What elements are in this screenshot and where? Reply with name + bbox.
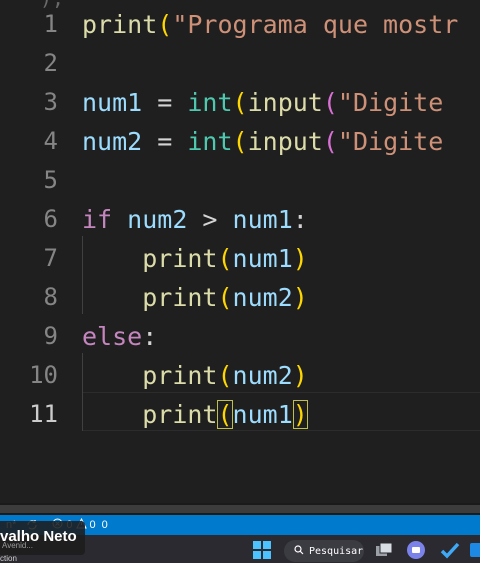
code-token: "Digite	[337, 127, 444, 156]
code-token: num2	[232, 283, 293, 312]
horizontal-scrollbar[interactable]	[0, 503, 480, 515]
line-number: 7	[43, 244, 58, 272]
code-token: num1	[217, 205, 293, 234]
code-editor[interactable]: ), 1print("Programa que mostr23num1 = in…	[0, 0, 480, 503]
code-token: (	[217, 400, 233, 429]
code-text[interactable]: num2 = int(input("Digite	[82, 122, 443, 161]
code-token: (	[217, 283, 233, 312]
code-token: num2	[82, 127, 143, 156]
line-number: 4	[43, 127, 58, 155]
code-token: )	[292, 283, 308, 312]
code-token: =	[142, 127, 188, 156]
info-count: 0	[101, 519, 108, 531]
code-line[interactable]: 2	[0, 44, 480, 83]
code-token: (	[232, 88, 248, 117]
code-text[interactable]: print(num2)	[82, 356, 308, 395]
code-token: "Digite	[337, 88, 444, 117]
code-line[interactable]: 7 print(num1)	[0, 239, 480, 278]
code-line[interactable]: 5	[0, 161, 480, 200]
taskbar-search[interactable]: Pesquisar	[284, 540, 364, 562]
code-token: print	[142, 361, 218, 390]
code-token: input	[247, 88, 323, 117]
code-text[interactable]: print(num1)	[82, 395, 308, 434]
code-text[interactable]: num1 = int(input("Digite	[82, 83, 443, 122]
code-token: "Programa que mostr	[172, 10, 459, 39]
code-line[interactable]: 9 else:	[0, 317, 480, 356]
scrollbar-thumb[interactable]	[0, 505, 480, 513]
code-token: int	[187, 127, 233, 156]
overlay-subtitle: Avenid...	[2, 541, 33, 550]
code-text[interactable]: print("Programa que mostr	[82, 5, 458, 44]
overlay-caption: ction	[0, 554, 17, 563]
task-view-icon[interactable]	[373, 539, 395, 561]
code-line[interactable]: 10 print(num2)	[0, 356, 480, 395]
code-token: if	[82, 205, 113, 234]
teams-chat-icon[interactable]	[405, 539, 427, 561]
code-line[interactable]: 6 if num2 > num1:	[0, 200, 480, 239]
search-label: Pesquisar	[309, 545, 364, 557]
code-token: print	[142, 400, 218, 429]
line-number: 1	[43, 10, 58, 38]
line-number: 10	[29, 361, 58, 389]
code-token: (	[232, 127, 248, 156]
code-token: :	[142, 322, 158, 351]
code-token: )	[292, 361, 308, 390]
code-token: =	[142, 88, 188, 117]
line-number: 2	[43, 49, 58, 77]
info-status[interactable]: 0	[102, 519, 108, 531]
code-token: :	[292, 205, 308, 234]
code-token: print	[82, 10, 158, 39]
app-icon[interactable]	[466, 539, 480, 561]
code-text[interactable]: if num2 > num1:	[82, 200, 308, 239]
code-token: (	[217, 244, 233, 273]
line-number: 9	[43, 322, 58, 350]
code-text[interactable]: print(num2)	[82, 278, 308, 317]
line-number: 8	[43, 283, 58, 311]
code-line[interactable]: 4 num2 = int(input("Digite	[0, 122, 480, 161]
code-line[interactable]: 3 num1 = int(input("Digite	[0, 83, 480, 122]
code-token: num1	[82, 88, 143, 117]
search-icon	[294, 544, 304, 558]
code-token: )	[292, 400, 308, 429]
todo-check-icon[interactable]	[439, 539, 461, 561]
code-token: (	[217, 361, 233, 390]
line-number: 3	[43, 88, 58, 116]
code-token: >	[202, 205, 218, 234]
line-number: 6	[43, 205, 58, 233]
code-line[interactable]: 8 print(num2)	[0, 278, 480, 317]
code-token: num2	[232, 361, 293, 390]
windows-start-icon[interactable]	[251, 539, 273, 561]
code-token: num2	[112, 205, 203, 234]
code-token: print	[142, 283, 218, 312]
code-token: num1	[232, 244, 293, 273]
line-number: 11	[29, 400, 58, 428]
code-line[interactable]: 11 print(num1)	[0, 395, 480, 434]
code-token: num1	[232, 400, 293, 429]
code-token: input	[247, 127, 323, 156]
warning-count: 0	[89, 519, 96, 531]
code-text[interactable]: else:	[82, 317, 157, 356]
code-token: (	[322, 88, 338, 117]
code-text[interactable]: print(num1)	[82, 239, 308, 278]
code-token: print	[142, 244, 218, 273]
code-line[interactable]: 1 print("Programa que mostr	[0, 5, 480, 44]
code-token: )	[292, 244, 308, 273]
code-token: else	[82, 322, 143, 351]
code-token: (	[322, 127, 338, 156]
line-number: 5	[43, 166, 58, 194]
code-token: int	[187, 88, 233, 117]
code-token: (	[157, 10, 173, 39]
